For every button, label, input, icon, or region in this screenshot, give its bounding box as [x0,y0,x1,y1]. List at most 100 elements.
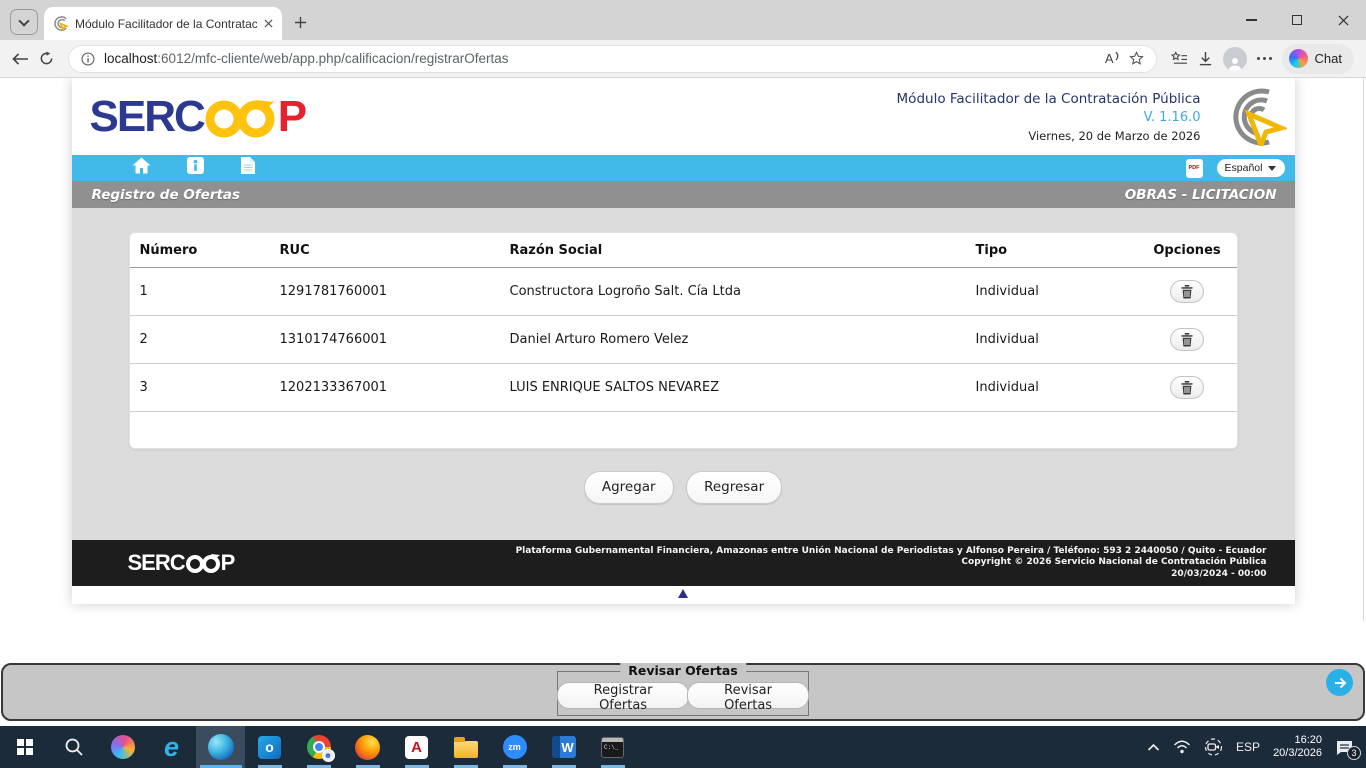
language-select[interactable]: Español [1217,159,1285,177]
col-header-razon-social: Razón Social [500,233,966,268]
profile-avatar[interactable] [1223,47,1247,71]
browser-tab[interactable]: Módulo Facilitador de la Contratac [44,7,282,40]
site-info-icon[interactable] [81,52,95,66]
process-context: OBRAS - LICITACION [1125,187,1277,203]
offers-card: Número RUC Razón Social Tipo Opciones 1 … [129,232,1238,449]
wifi-icon[interactable] [1173,740,1191,754]
favorites-bar-icon[interactable] [1171,51,1188,66]
terminal-icon: C:\_ [601,737,624,758]
app-header: SERC P Módulo Facilitador de la Contrata… [72,78,1295,155]
table-row: 2 1310174766001 Daniel Arturo Romero Vel… [130,316,1237,364]
cell-ruc: 1202133367001 [270,364,500,412]
browser-toolbar: localhost:6012/mfc-cliente/web/app.php/c… [0,40,1366,78]
taskbar-edge-button[interactable] [196,726,245,768]
copilot-chat-button[interactable]: Chat [1282,44,1354,74]
next-step-button[interactable] [1326,669,1353,696]
taskbar-firefox-button[interactable] [343,726,392,768]
acrobat-icon: A [405,736,428,759]
col-header-opciones: Opciones [1138,233,1237,268]
col-header-ruc: RUC [270,233,500,268]
url-text[interactable]: localhost:6012/mfc-cliente/web/app.php/c… [104,51,1096,66]
app-title: Módulo Facilitador de la Contratación Pú… [897,91,1201,107]
delete-offer-button[interactable] [1170,328,1204,351]
registrar-ofertas-button[interactable]: Registrar Ofertas [557,682,689,709]
table-row: 3 1202133367001 LUIS ENRIQUE SALTOS NEVA… [130,364,1237,412]
delete-offer-button[interactable] [1170,280,1204,303]
settings-menu-icon[interactable] [1257,57,1272,60]
tray-chevron-up-icon[interactable] [1147,743,1160,752]
address-bar[interactable]: localhost:6012/mfc-cliente/web/app.php/c… [68,45,1157,73]
chevron-down-icon [1268,166,1276,171]
cell-tipo: Individual [966,316,1138,364]
chat-label: Chat [1315,51,1342,66]
language-value: Español [1225,162,1263,174]
taskbar: e o ☻ A zm W C:\_ ESP 16:20 20/3/2026 [0,726,1366,768]
scroll-top-strip [72,586,1295,604]
cell-tipo: Individual [966,364,1138,412]
outlook-icon: o [258,736,281,759]
maximize-button[interactable] [1274,0,1320,40]
page-scrollbar[interactable] [1363,78,1364,621]
keyboard-language[interactable]: ESP [1236,740,1260,754]
taskbar-zoom-button[interactable]: zm [490,726,539,768]
tray-date: 20/3/2026 [1273,747,1322,760]
read-aloud-icon[interactable]: A [1105,51,1120,66]
taskbar-ie-button[interactable]: e [147,726,196,768]
taskbar-terminal-button[interactable]: C:\_ [588,726,637,768]
app-date: Viernes, 20 de Marzo de 2026 [897,129,1201,143]
mfc-arrow-logo-icon [1207,88,1287,146]
app-footer: SERC P Plataforma Gubernamental Financie… [72,540,1295,586]
cell-ruc: 1291781760001 [270,268,500,316]
tab-search-button[interactable] [10,9,38,35]
col-header-tipo: Tipo [966,233,1138,268]
minimize-icon [1246,19,1257,20]
close-icon [1338,15,1349,26]
footer-address: Plataforma Gubernamental Financiera, Ama… [516,546,1267,558]
downloads-icon[interactable] [1198,51,1213,67]
minimize-button[interactable] [1228,0,1274,40]
tray-time: 16:20 [1273,734,1322,747]
chrome-icon: ☻ [307,735,331,759]
table-row: 1 1291781760001 Constructora Logroño Sal… [130,268,1237,316]
back-button[interactable] [12,52,29,66]
taskbar-outlook-button[interactable]: o [245,726,294,768]
copilot-icon [111,735,135,759]
footer-datetime: 20/03/2024 - 00:00 [516,569,1267,581]
new-tab-button[interactable] [294,16,307,29]
start-button[interactable] [0,726,49,768]
trash-icon [1181,381,1193,395]
taskbar-clock[interactable]: 16:20 20/3/2026 [1273,734,1322,760]
internet-explorer-icon: e [164,737,179,757]
bottom-panel: Revisar Ofertas Registrar Ofertas Revisa… [1,663,1365,721]
close-button[interactable] [1320,0,1366,40]
file-explorer-icon [454,741,478,758]
cell-tipo: Individual [966,268,1138,316]
home-icon[interactable] [132,157,151,179]
taskbar-copilot-button[interactable] [98,726,147,768]
trash-icon [1181,285,1193,299]
regresar-button[interactable]: Regresar [686,471,782,504]
cell-numero: 1 [130,268,270,316]
meet-now-icon[interactable] [1204,738,1223,756]
notification-badge: 3 [1347,746,1361,760]
scroll-top-arrow-icon[interactable] [678,589,688,598]
revisar-ofertas-button[interactable]: Revisar Ofertas [687,682,809,709]
notification-center-button[interactable]: 3 [1335,739,1354,756]
info-icon[interactable] [187,157,204,179]
taskbar-acrobat-button[interactable]: A [392,726,441,768]
taskbar-explorer-button[interactable] [441,726,490,768]
taskbar-word-button[interactable]: W [539,726,588,768]
delete-offer-button[interactable] [1170,376,1204,399]
taskbar-search-button[interactable] [49,726,98,768]
refresh-button[interactable] [39,51,54,66]
app-version[interactable]: V. 1.16.0 [897,110,1201,125]
pdf-export-icon[interactable]: PDF [1186,159,1203,178]
taskbar-chrome-button[interactable]: ☻ [294,726,343,768]
url-path: :6012/mfc-cliente/web/app.php/calificaci… [157,51,508,66]
favorite-star-icon[interactable] [1129,51,1144,66]
word-icon: W [552,736,576,758]
tab-close-icon[interactable] [264,19,273,28]
section-title-bar: Registro de Ofertas OBRAS - LICITACION [72,181,1295,208]
agregar-button[interactable]: Agregar [584,471,674,504]
document-icon[interactable] [240,156,256,180]
